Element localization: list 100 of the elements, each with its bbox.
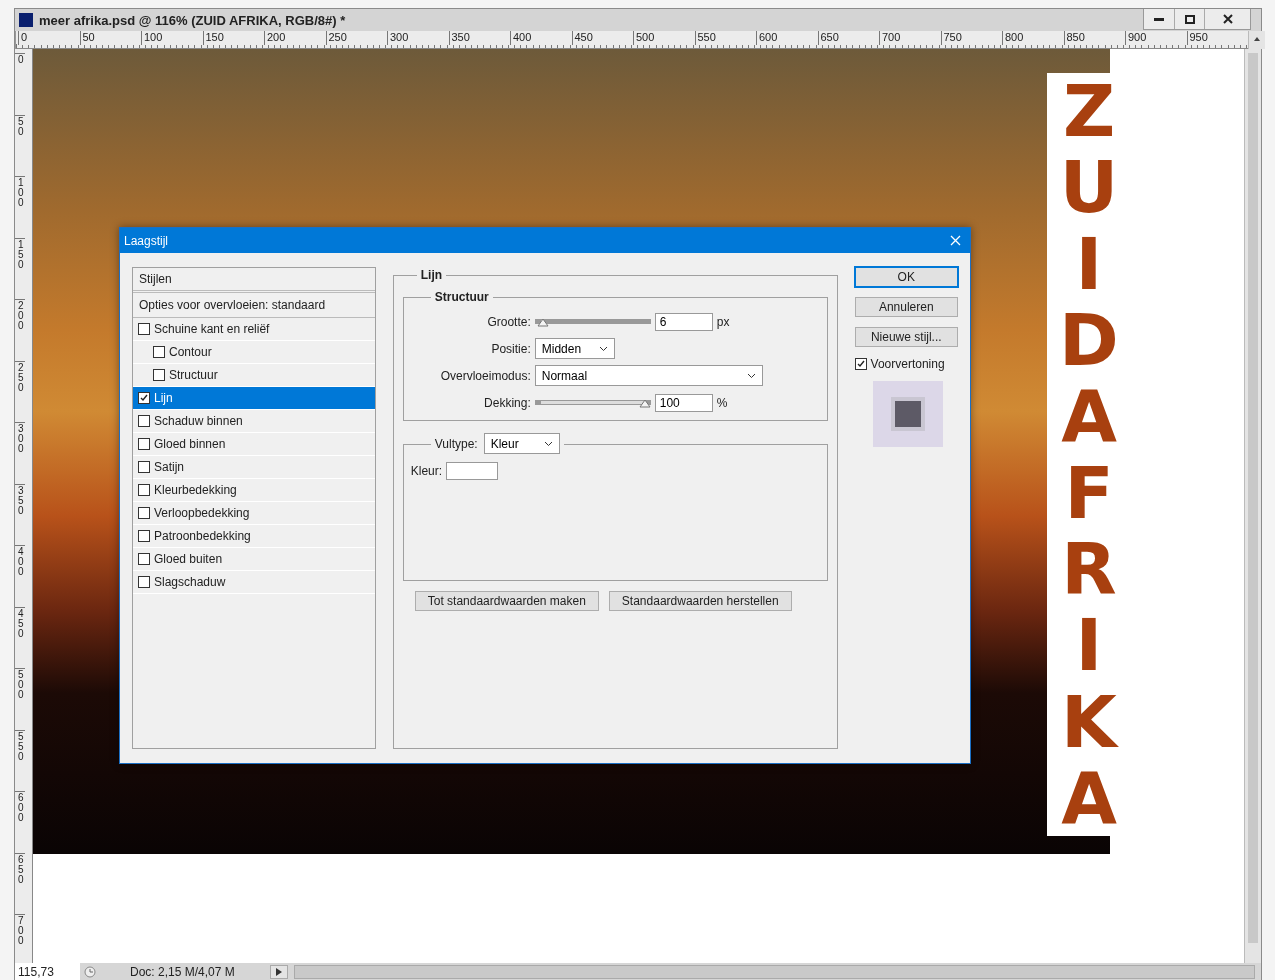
play-button[interactable] xyxy=(270,965,288,979)
checkbox-label: Voorvertoning xyxy=(870,357,945,371)
ruler-label: 300 xyxy=(387,31,449,45)
dialog-button[interactable]: OK xyxy=(854,267,958,287)
ruler-label: 600 xyxy=(15,791,25,853)
effect-list-item[interactable]: Gloed buiten xyxy=(133,548,375,571)
checkbox[interactable] xyxy=(138,553,150,565)
slider-thumb-icon[interactable] xyxy=(638,398,651,408)
vertical-scrollbar[interactable] xyxy=(1244,49,1261,963)
checkbox[interactable] xyxy=(153,369,165,381)
clock-icon xyxy=(84,966,96,978)
effect-list-item[interactable]: Gloed binnen xyxy=(133,433,375,456)
field-label: Positie: xyxy=(490,341,531,356)
checkbox[interactable] xyxy=(138,392,150,404)
ruler-label: 600 xyxy=(756,31,818,45)
ruler-label: 250 xyxy=(15,360,25,422)
list-item[interactable]: Opties voor overvloeien: standaard xyxy=(133,293,375,318)
checkbox[interactable] xyxy=(153,346,165,358)
ruler-label: 50 xyxy=(79,31,141,45)
list-header[interactable]: Stijlen xyxy=(133,268,375,293)
ruler-label: 150 xyxy=(202,31,264,45)
app-logo-icon xyxy=(19,13,33,27)
field-label: Grootte: xyxy=(486,314,531,329)
effect-label: Lijn xyxy=(154,391,173,405)
effect-list-item[interactable]: Satijn xyxy=(133,456,375,479)
checkbox[interactable] xyxy=(138,461,150,473)
checkbox[interactable] xyxy=(138,576,150,588)
ruler-label: 250 xyxy=(325,31,387,45)
dialog-button[interactable]: Annuleren xyxy=(854,297,958,317)
effect-list-item[interactable]: Verloopbedekking xyxy=(133,502,375,525)
ruler-label: 300 xyxy=(15,422,25,484)
play-icon xyxy=(276,968,282,976)
maximize-icon xyxy=(1184,14,1195,24)
ruler-label: 500 xyxy=(633,31,695,45)
field-label: Dekking: xyxy=(483,395,531,410)
effect-label: Kleurbedekking xyxy=(154,483,237,497)
size-input[interactable]: 6 xyxy=(654,312,713,331)
window-title: meer afrika.psd @ 116% (ZUID AFRIKA, RGB/8#) * xyxy=(39,12,347,28)
opacity-input[interactable]: 100 xyxy=(654,393,713,412)
effect-label: Contour xyxy=(169,345,212,359)
scroll-up-icon[interactable] xyxy=(1254,37,1260,41)
ruler-label: 650 xyxy=(15,852,25,914)
unit-label: px xyxy=(716,314,730,329)
fill-type-dropdown[interactable]: Kleur xyxy=(483,433,560,454)
ruler-label: 500 xyxy=(15,668,25,730)
ruler-label: 100 xyxy=(15,176,25,238)
ruler-label: 450 xyxy=(571,31,633,45)
ruler-label: 200 xyxy=(15,299,25,361)
ruler-label: 750 xyxy=(940,31,1002,45)
ruler-label: 350 xyxy=(15,483,25,545)
field-label: Kleur: xyxy=(410,463,443,478)
checkbox[interactable] xyxy=(138,438,150,450)
slider-thumb-icon[interactable] xyxy=(536,317,549,327)
dialog-title: Laagstijl xyxy=(124,233,170,248)
checkbox[interactable] xyxy=(138,323,150,335)
effect-list-item[interactable]: Kleurbedekking xyxy=(133,479,375,502)
checkbox[interactable] xyxy=(138,484,150,496)
document-info: Doc: 2,15 M/4,07 M xyxy=(129,965,236,979)
horizontal-scrollbar[interactable] xyxy=(294,965,1255,979)
ruler-label: 150 xyxy=(15,237,25,299)
color-swatch[interactable] xyxy=(446,461,499,480)
effect-list-item[interactable]: Slagschaduw xyxy=(133,571,375,594)
effect-label: Gloed buiten xyxy=(154,552,223,566)
default-values-button[interactable]: Tot standaardwaarden maken xyxy=(414,591,599,611)
effect-label: Schaduw binnen xyxy=(154,414,243,428)
zoom-field[interactable]: 115,73 xyxy=(15,963,80,980)
effect-label: Structuur xyxy=(169,368,218,382)
checkbox[interactable] xyxy=(138,530,150,542)
minimize-icon xyxy=(1154,17,1164,21)
checkbox[interactable] xyxy=(138,507,150,519)
ruler-label: 550 xyxy=(15,729,25,791)
close-icon xyxy=(949,235,961,246)
effect-list-item[interactable]: Schuine kant en reliëf xyxy=(133,318,375,341)
effect-list-item[interactable]: Patroonbedekking xyxy=(133,525,375,548)
ruler-label: 700 xyxy=(879,31,941,45)
field-label: Overvloeimodus: xyxy=(439,368,531,383)
chevron-down-icon xyxy=(598,345,608,352)
checkbox[interactable] xyxy=(138,415,150,427)
dialog-button[interactable]: Nieuwe stijl... xyxy=(854,327,958,347)
ruler-label: 50 xyxy=(15,114,25,176)
close-icon xyxy=(1222,14,1233,24)
ruler-label: 950 xyxy=(1186,31,1248,45)
effect-label: Verloopbedekking xyxy=(154,506,250,520)
ruler-label: 900 xyxy=(1125,31,1187,45)
checkbox[interactable] xyxy=(854,358,867,370)
ruler-label: 350 xyxy=(448,31,510,45)
blend-mode-dropdown[interactable]: Normaal xyxy=(534,365,763,386)
ruler-label: 550 xyxy=(694,31,756,45)
ruler-label: 100 xyxy=(141,31,203,45)
effect-list-item[interactable]: Contour xyxy=(133,341,375,364)
effect-list-item[interactable]: Schaduw binnen xyxy=(133,410,375,433)
effect-list-item[interactable]: Lijn xyxy=(133,387,375,410)
ruler-label: 850 xyxy=(1063,31,1125,45)
default-values-button[interactable]: Standaardwaarden herstellen xyxy=(608,591,792,611)
unit-label: % xyxy=(716,395,728,410)
ruler-label: 800 xyxy=(1002,31,1064,45)
position-dropdown[interactable]: Midden xyxy=(534,338,615,359)
chevron-down-icon xyxy=(746,372,756,379)
ruler-label: 650 xyxy=(817,31,879,45)
effect-label: Slagschaduw xyxy=(154,575,226,589)
